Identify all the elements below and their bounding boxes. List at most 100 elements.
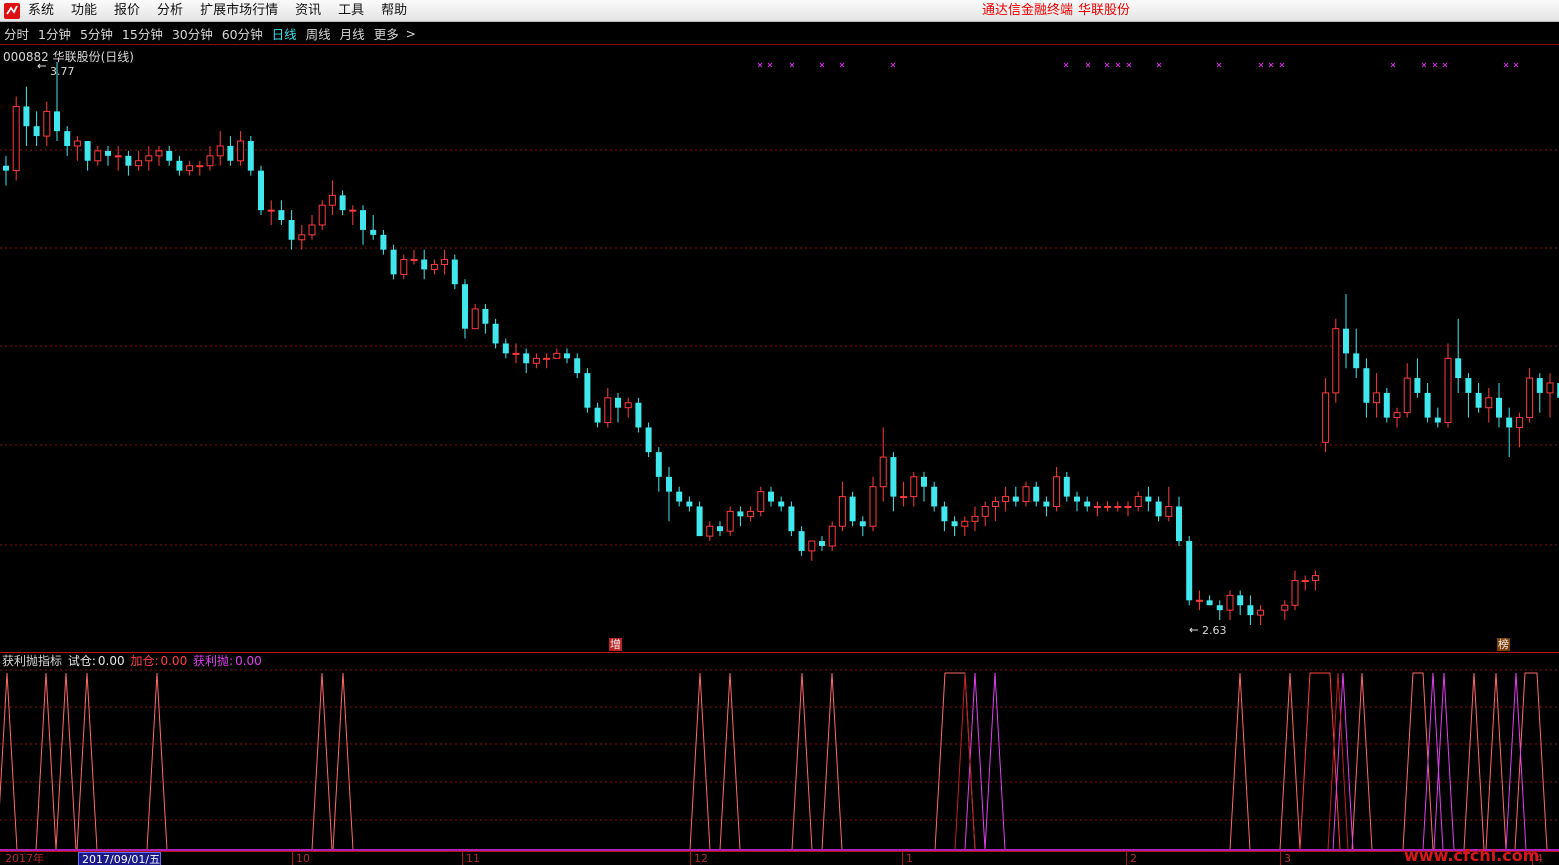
candle-body-up xyxy=(981,505,989,517)
candle-body-up xyxy=(216,145,224,157)
candle-body-up xyxy=(267,209,275,212)
candle-body-up xyxy=(308,224,316,236)
candle-body-down xyxy=(941,506,948,522)
candle-body-down xyxy=(717,526,723,532)
profit-value: 0.00 xyxy=(235,654,262,668)
candle-body-down xyxy=(1063,476,1070,497)
candle-body-down xyxy=(1247,605,1254,616)
add-label: 加仓: xyxy=(130,654,159,668)
add-signal-spike xyxy=(35,672,57,851)
candle-body-up xyxy=(543,357,551,360)
candle-body-down xyxy=(594,407,601,423)
signal-x-marker xyxy=(1115,62,1121,68)
add-signal-spike xyxy=(311,672,333,851)
candle-body-up xyxy=(114,155,122,158)
x-axis: 2017年 2017/09/01/五 10 11 12 1 2 3 4 xyxy=(0,851,1559,865)
signal-x-marker xyxy=(1432,62,1438,68)
candle-body-down xyxy=(1237,595,1244,606)
candle-body-down xyxy=(125,155,132,166)
candle-body-up xyxy=(1322,392,1330,443)
chart-title: 000882 华联股份(日线) xyxy=(3,50,134,64)
candle-body-up xyxy=(1226,594,1234,611)
candle-body-down xyxy=(676,491,683,502)
candle-body-down xyxy=(686,501,693,507)
candle-body-down xyxy=(655,452,662,477)
trial-value: 0.00 xyxy=(97,654,125,668)
candle-body-up xyxy=(1002,496,1010,503)
candle-body-down xyxy=(1155,501,1162,517)
increase-tag[interactable]: 增 xyxy=(609,638,622,651)
watermark: www.cfchi.com xyxy=(1404,846,1540,865)
candle-body-down xyxy=(166,150,173,161)
candle-body-up xyxy=(726,510,734,532)
x-label-feb: 2 xyxy=(1126,852,1137,865)
candle-body-down xyxy=(1043,501,1050,507)
candle-body-down xyxy=(33,126,40,137)
high-price-label: 3.77 xyxy=(50,65,75,78)
candle-body-up xyxy=(1134,496,1142,507)
kline-chart[interactable] xyxy=(0,0,1559,865)
candle-body-down xyxy=(1475,392,1482,408)
candle-body-up xyxy=(349,209,357,212)
candle-body-up xyxy=(757,491,765,512)
candle-body-up xyxy=(1281,604,1289,611)
candle-body-down xyxy=(84,141,91,161)
candle-body-down xyxy=(370,229,377,235)
x-label-oct: 10 xyxy=(292,852,310,865)
candle-body-down xyxy=(1383,392,1390,418)
ranking-tag[interactable]: 榜 xyxy=(1497,638,1510,651)
candle-body-up xyxy=(808,540,816,552)
candle-body-down xyxy=(1424,392,1431,418)
candle-body-down xyxy=(788,506,795,532)
candle-body-down xyxy=(645,427,652,453)
profit-signal-spike xyxy=(984,672,1006,851)
candle-body-down xyxy=(564,353,570,359)
candle-body-down xyxy=(247,141,254,171)
signal-x-marker xyxy=(1268,62,1274,68)
x-label-dec: 12 xyxy=(690,852,708,865)
candle-body-down xyxy=(931,486,938,507)
pane-divider[interactable] xyxy=(0,652,1559,653)
candle-body-down xyxy=(227,145,234,161)
candle-body-down xyxy=(635,402,642,428)
candle-body-up xyxy=(1403,377,1411,414)
profit-signal-spike xyxy=(964,672,986,851)
add-signal-spike xyxy=(1279,672,1301,851)
signal-x-marker xyxy=(819,62,825,68)
candle-body-up xyxy=(135,160,143,167)
candle-body-up xyxy=(900,496,908,499)
indicator-name[interactable]: 获利抛指标 xyxy=(2,654,62,668)
signal-x-marker xyxy=(1503,62,1509,68)
signal-x-marker xyxy=(890,62,896,68)
candle-body-down xyxy=(1434,417,1441,423)
candle-body-down xyxy=(921,476,927,487)
add-value: 0.00 xyxy=(160,654,188,668)
candle-body-up xyxy=(94,150,102,162)
candle-body-down xyxy=(492,323,499,344)
candle-body-up xyxy=(1124,505,1132,508)
add-signal-spike xyxy=(791,672,813,851)
candle-body-up xyxy=(1022,486,1030,503)
profit-label: 获利抛: xyxy=(193,654,234,668)
signal-x-marker xyxy=(1216,62,1222,68)
candle-body-down xyxy=(1084,501,1091,507)
candle-body-up xyxy=(1444,357,1452,424)
add-signal-spike xyxy=(76,672,98,851)
x-label-mar: 3 xyxy=(1280,852,1291,865)
candle-body-down xyxy=(360,210,366,230)
signal-x-marker xyxy=(789,62,795,68)
candle-body-up xyxy=(838,496,846,527)
candle-body-down xyxy=(615,397,621,408)
profit-signal-spike xyxy=(1422,672,1444,851)
candle-body-down xyxy=(1353,353,1360,369)
candle-body-up xyxy=(1195,599,1203,602)
add-signal-spike xyxy=(332,672,354,851)
candle-body-down xyxy=(390,249,397,275)
candle-body-down xyxy=(451,259,458,285)
candle-body-up xyxy=(206,155,214,167)
candle-body-down xyxy=(778,501,785,507)
candle-body-down xyxy=(421,259,428,270)
candle-body-up xyxy=(1332,328,1340,394)
candle-body-down xyxy=(23,106,30,127)
candle-body-up xyxy=(747,510,755,517)
